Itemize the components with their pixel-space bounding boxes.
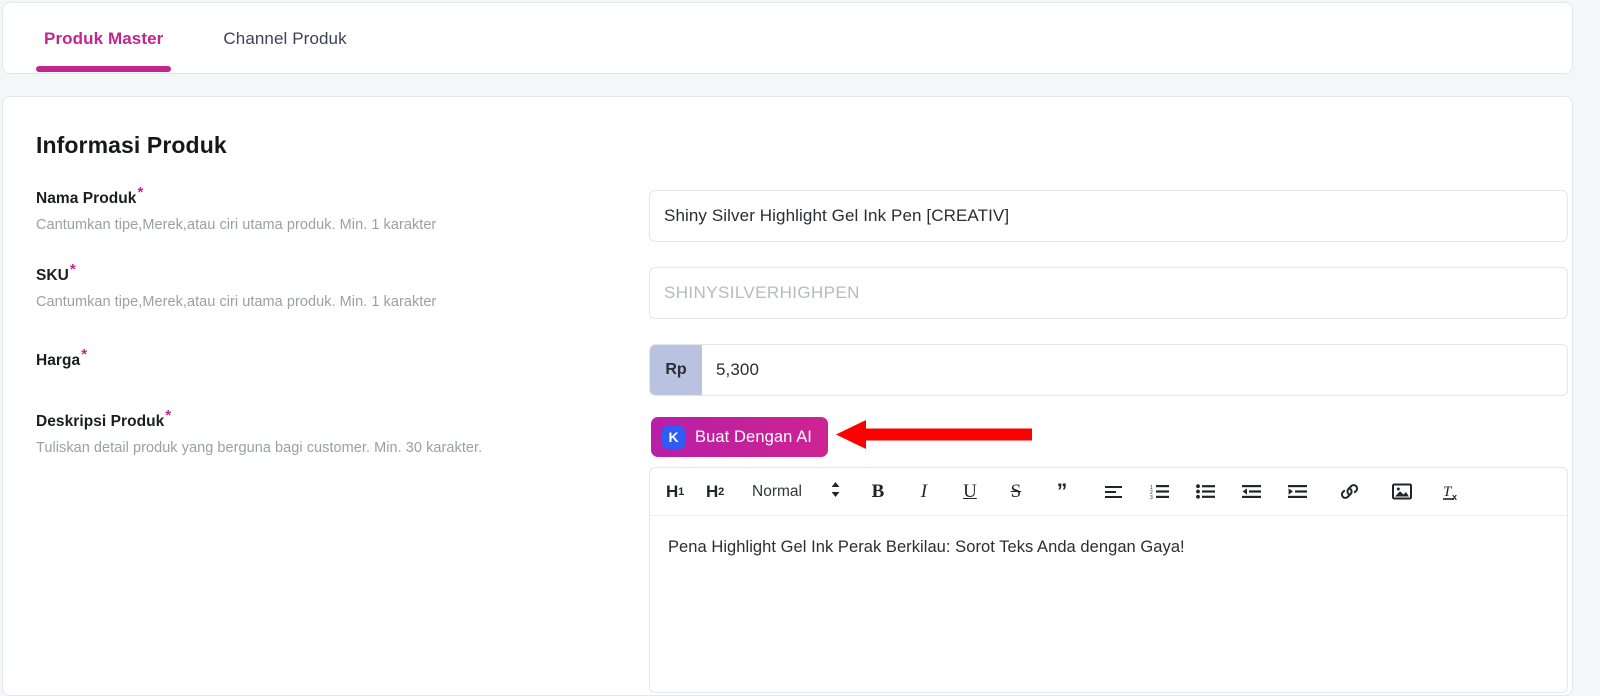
buat-dengan-ai-label: Buat Dengan AI bbox=[695, 427, 812, 446]
heading-1-icon[interactable]: H1 bbox=[664, 477, 686, 507]
tab-channel-produk[interactable]: Channel Produk bbox=[215, 3, 354, 75]
heading-1-letter: H bbox=[666, 481, 679, 501]
outdent-icon[interactable] bbox=[1241, 477, 1263, 507]
nama-produk-input-value: Shiny Silver Highlight Gel Ink Pen [CREA… bbox=[664, 206, 1010, 225]
label-deskripsi-produk-text: Deskripsi Produk bbox=[36, 413, 165, 430]
heading-1-sub: 1 bbox=[678, 485, 684, 498]
heading-2-sub: 2 bbox=[718, 485, 724, 498]
buat-dengan-ai-button[interactable]: K Buat Dengan AI bbox=[651, 417, 828, 457]
image-icon[interactable] bbox=[1391, 477, 1413, 507]
page-title: Informasi Produk bbox=[36, 132, 227, 158]
link-icon[interactable] bbox=[1339, 477, 1361, 507]
sku-input[interactable]: SHINYSILVERHIGHPEN bbox=[649, 267, 1568, 319]
editor-toolbar: H1 H2 Normal B I U S ” 1 2 3 T x bbox=[650, 468, 1567, 516]
indent-icon[interactable] bbox=[1287, 477, 1309, 507]
required-asterisk: * bbox=[81, 345, 88, 363]
tab-channel-produk-label: Channel Produk bbox=[223, 29, 347, 48]
sku-input-placeholder: SHINYSILVERHIGHPEN bbox=[664, 283, 860, 302]
hint-sku: Cantumkan tipe,Merek,atau ciri utama pro… bbox=[36, 294, 437, 310]
format-select-value: Normal bbox=[752, 482, 802, 500]
format-select[interactable]: Normal bbox=[752, 481, 841, 503]
ordered-list-icon[interactable]: 1 2 3 bbox=[1149, 477, 1171, 507]
heading-2-icon[interactable]: H2 bbox=[704, 477, 726, 507]
label-sku-text: SKU bbox=[36, 267, 69, 284]
k-badge-icon: K bbox=[662, 425, 685, 449]
deskripsi-produk-editor: H1 H2 Normal B I U S ” 1 2 3 T x Pena Hi… bbox=[649, 467, 1568, 693]
hint-nama-produk: Cantumkan tipe,Merek,atau ciri utama pro… bbox=[36, 217, 437, 233]
align-icon[interactable] bbox=[1103, 477, 1125, 507]
harga-input-value: 5,300 bbox=[716, 360, 760, 379]
field-label-group-nama-produk: Nama Produk* Cantumkan tipe,Merek,atau c… bbox=[36, 185, 437, 233]
strikethrough-letter: S bbox=[1010, 480, 1022, 502]
underline-letter: U bbox=[963, 480, 977, 502]
tab-produk-master-label: Produk Master bbox=[44, 29, 164, 48]
required-asterisk: * bbox=[69, 260, 76, 278]
chevron-updown-icon bbox=[830, 481, 841, 503]
harga-input[interactable]: Rp 5,300 bbox=[649, 344, 1568, 396]
label-nama-produk: Nama Produk* bbox=[36, 185, 436, 208]
heading-2-letter: H bbox=[706, 481, 719, 501]
currency-prefix: Rp bbox=[650, 345, 702, 395]
label-sku: SKU* bbox=[36, 262, 436, 285]
tab-bar-card: Produk Master Channel Produk bbox=[2, 2, 1573, 74]
label-deskripsi-produk: Deskripsi Produk* bbox=[36, 408, 482, 431]
editor-content-text: Pena Highlight Gel Ink Perak Berkilau: S… bbox=[668, 538, 1185, 556]
bullet-list-icon[interactable] bbox=[1195, 477, 1217, 507]
product-information-card: Informasi Produk Nama Produk* Cantumkan … bbox=[2, 96, 1573, 696]
tab-strip: Produk Master Channel Produk bbox=[3, 3, 355, 73]
bold-letter: B bbox=[871, 480, 885, 502]
label-nama-produk-text: Nama Produk bbox=[36, 190, 137, 207]
blockquote-icon[interactable]: ” bbox=[1051, 477, 1073, 507]
italic-letter: I bbox=[920, 480, 928, 502]
required-asterisk: * bbox=[137, 183, 144, 201]
field-label-group-sku: SKU* Cantumkan tipe,Merek,atau ciri utam… bbox=[36, 262, 437, 310]
tab-active-indicator bbox=[36, 66, 172, 72]
nama-produk-input[interactable]: Shiny Silver Highlight Gel Ink Pen [CREA… bbox=[649, 190, 1568, 242]
blockquote-glyph: ” bbox=[1056, 480, 1068, 503]
tab-produk-master[interactable]: Produk Master bbox=[36, 3, 172, 75]
field-label-group-harga: Harga* bbox=[36, 347, 87, 370]
deskripsi-produk-editor-body[interactable]: Pena Highlight Gel Ink Perak Berkilau: S… bbox=[650, 516, 1567, 692]
underline-icon[interactable]: U bbox=[959, 477, 981, 507]
hint-deskripsi-produk: Tuliskan detail produk yang berguna bagi… bbox=[36, 440, 483, 456]
svg-text:3: 3 bbox=[1150, 495, 1153, 499]
italic-icon[interactable]: I bbox=[913, 477, 935, 507]
field-label-group-deskripsi-produk: Deskripsi Produk* Tuliskan detail produk… bbox=[36, 408, 483, 456]
strikethrough-icon[interactable]: S bbox=[1005, 477, 1027, 507]
label-harga: Harga* bbox=[36, 347, 87, 370]
bold-icon[interactable]: B bbox=[867, 477, 889, 507]
clear-format-icon[interactable]: T x bbox=[1443, 477, 1465, 507]
required-asterisk: * bbox=[165, 406, 172, 424]
label-harga-text: Harga bbox=[36, 352, 81, 369]
